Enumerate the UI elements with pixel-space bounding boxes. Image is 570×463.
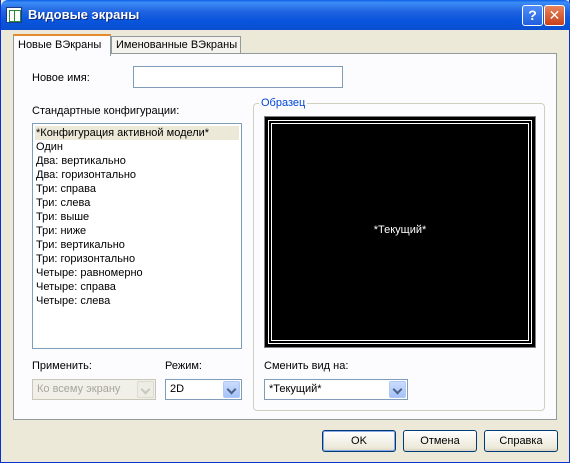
change-view-select[interactable]: *Текущий* xyxy=(264,379,408,400)
apply-label: Применить: xyxy=(32,360,92,372)
list-item[interactable]: Три: вертикально xyxy=(35,238,239,252)
apply-dropdown-button xyxy=(137,381,154,398)
chevron-down-icon xyxy=(392,384,403,395)
preview-viewport-label: *Текущий* xyxy=(373,224,427,236)
list-item[interactable]: Два: горизонтально xyxy=(35,168,239,182)
standard-configs-label: Стандартные конфигурации: xyxy=(32,105,180,117)
mode-label: Режим: xyxy=(165,360,202,372)
chevron-down-icon xyxy=(140,384,151,395)
list-item[interactable]: Четыре: равномерно xyxy=(35,266,239,280)
ok-button[interactable]: OK xyxy=(322,430,396,452)
viewports-dialog: Видовые экраны ? ✕ Новые ВЭкраны Именова… xyxy=(0,0,570,463)
list-item[interactable]: *Конфигурация активной модели* xyxy=(35,126,239,140)
mode-value: 2D xyxy=(170,383,185,395)
standard-configs-list[interactable]: *Конфигурация активной модели* Один Два:… xyxy=(32,123,242,349)
chevron-down-icon xyxy=(226,384,237,395)
list-item[interactable]: Три: ниже xyxy=(35,224,239,238)
preview-group-legend: Образец xyxy=(259,97,308,109)
list-item[interactable]: Два: вертикально xyxy=(35,154,239,168)
list-item[interactable]: Четыре: справа xyxy=(35,280,239,294)
apply-to-value: Ко всему экрану xyxy=(37,383,121,395)
help-button[interactable]: Справка xyxy=(484,430,558,452)
apply-to-select: Ко всему экрану xyxy=(32,379,156,400)
new-name-label: Новое имя: xyxy=(32,72,90,84)
list-item[interactable]: Три: справа xyxy=(35,182,239,196)
change-view-dropdown-button[interactable] xyxy=(389,381,406,398)
cancel-button[interactable]: Отмена xyxy=(403,430,477,452)
tab-new-viewports[interactable]: Новые ВЭкраны xyxy=(13,34,111,56)
close-icon[interactable]: ✕ xyxy=(544,5,565,26)
window-title: Видовые экраны xyxy=(28,7,140,22)
preview-canvas: *Текущий* xyxy=(264,116,536,348)
list-item[interactable]: Три: выше xyxy=(35,210,239,224)
viewports-app-icon xyxy=(6,7,22,23)
list-item[interactable]: Четыре: слева xyxy=(35,294,239,308)
new-name-input[interactable] xyxy=(133,66,343,88)
mode-select[interactable]: 2D xyxy=(165,379,242,400)
list-item[interactable]: Три: горизонтально xyxy=(35,252,239,266)
change-view-value: *Текущий* xyxy=(269,383,322,395)
mode-dropdown-button[interactable] xyxy=(223,381,240,398)
list-item[interactable]: Три: слева xyxy=(35,196,239,210)
tab-named-viewports[interactable]: Именованные ВЭкраны xyxy=(111,36,241,54)
list-item[interactable]: Один xyxy=(35,140,239,154)
change-view-label: Сменить вид на: xyxy=(264,360,349,372)
help-question-icon[interactable]: ? xyxy=(522,5,543,26)
title-bar[interactable]: Видовые экраны ? ✕ xyxy=(1,0,570,30)
